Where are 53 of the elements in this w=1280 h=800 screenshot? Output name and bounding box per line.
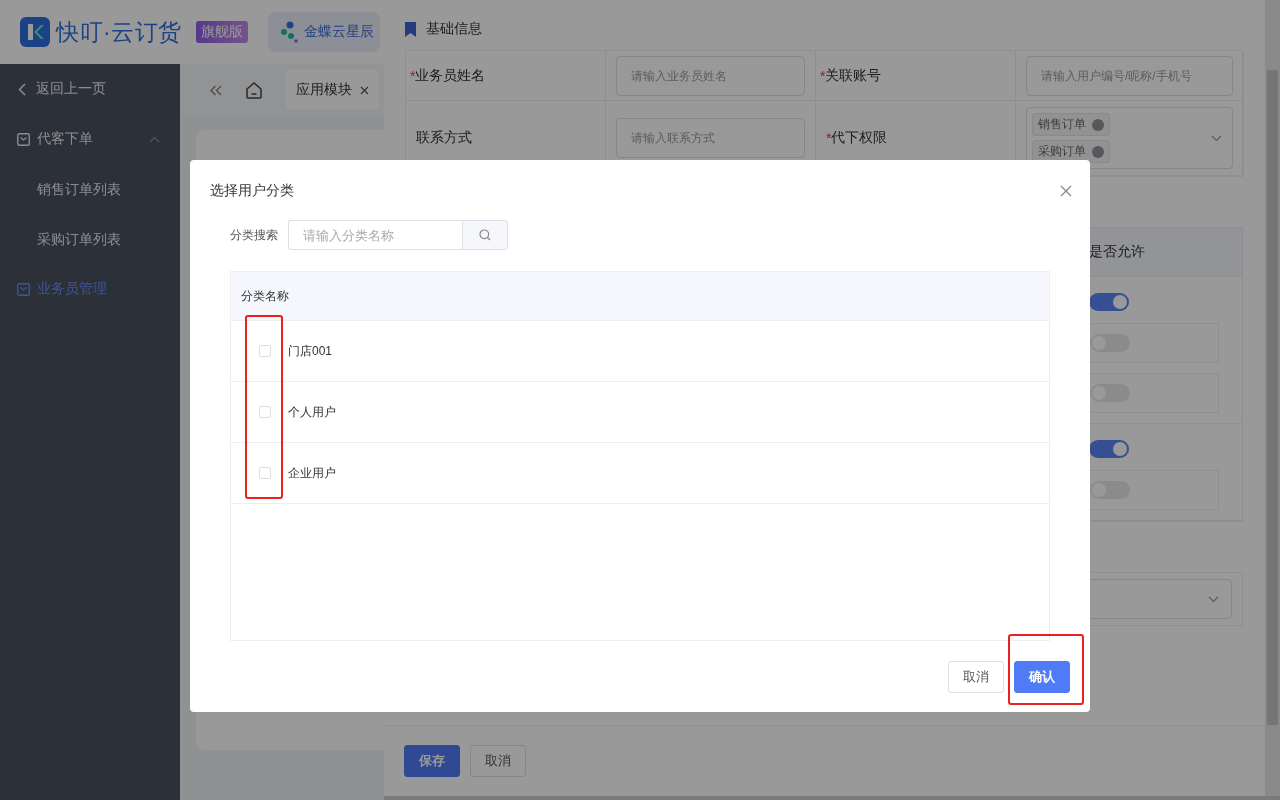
- required-mark: *: [410, 67, 416, 84]
- column-header: 是否允许: [1089, 243, 1145, 261]
- dialog-title: 选择用户分类: [210, 182, 294, 200]
- circle-icon[interactable]: [1092, 145, 1104, 158]
- edition-badge: 旗舰版: [195, 21, 248, 43]
- home-icon[interactable]: [246, 81, 262, 99]
- app-switch-tab[interactable]: 金蝶云星辰: [267, 12, 380, 52]
- app-name: 快叮·云订货: [56, 17, 182, 47]
- field-label: 业务员姓名: [415, 66, 486, 85]
- search-icon: [479, 229, 491, 241]
- checkbox[interactable]: [259, 345, 271, 357]
- double-chevron-left-icon[interactable]: [210, 84, 222, 96]
- bookmark-icon: [405, 21, 416, 37]
- scrollbar[interactable]: [1265, 0, 1280, 796]
- page-tab[interactable]: 应用模块: [286, 70, 379, 110]
- sidebar-item[interactable]: 代客下单: [0, 114, 180, 164]
- close-icon[interactable]: [1060, 185, 1072, 197]
- table-cell: 个人用户: [288, 403, 336, 421]
- cancel-button[interactable]: 取消: [948, 661, 1004, 693]
- tag: 销售订单: [1032, 113, 1110, 136]
- checkbox[interactable]: [259, 406, 271, 418]
- chevron-down-icon: [1208, 595, 1219, 603]
- search-field[interactable]: 请输入分类名称: [288, 220, 462, 250]
- toggle-switch[interactable]: [1090, 481, 1130, 499]
- cancel-button[interactable]: 取消: [470, 745, 526, 777]
- logo-icon: [20, 17, 50, 47]
- dots-icon: [279, 21, 300, 43]
- toggle-switch[interactable]: [1090, 384, 1130, 402]
- confirm-button[interactable]: 确认: [1014, 661, 1070, 693]
- column-header: 分类名称: [241, 287, 289, 305]
- sidebar-subitem[interactable]: 销售订单列表: [0, 164, 180, 214]
- close-icon[interactable]: [360, 85, 369, 95]
- checkbox[interactable]: [259, 467, 271, 479]
- circle-icon[interactable]: [1092, 118, 1104, 131]
- chevron-down-icon: [1211, 134, 1222, 142]
- save-button[interactable]: 保存: [404, 745, 460, 777]
- table-cell: 门店001: [288, 342, 333, 360]
- required-mark: *: [820, 67, 826, 84]
- field-label: 代下权限: [831, 129, 888, 147]
- search-button[interactable]: [462, 220, 508, 250]
- table-cell: 企业用户: [288, 464, 336, 482]
- toggle-switch[interactable]: [1089, 293, 1129, 311]
- back-link[interactable]: 返回上一页: [0, 64, 180, 114]
- required-mark: *: [826, 130, 832, 146]
- text-input[interactable]: 请输入联系方式: [616, 118, 805, 158]
- chevron-left-icon: [18, 82, 26, 96]
- section-title: 基础信息: [426, 20, 482, 38]
- field-label: 关联账号: [825, 66, 882, 85]
- field-label: 联系方式: [416, 129, 472, 147]
- search-label: 分类搜索: [230, 226, 279, 244]
- toggle-switch[interactable]: [1089, 440, 1129, 458]
- toggle-switch[interactable]: [1090, 334, 1130, 352]
- sidebar-subitem[interactable]: 采购订单列表: [0, 214, 180, 264]
